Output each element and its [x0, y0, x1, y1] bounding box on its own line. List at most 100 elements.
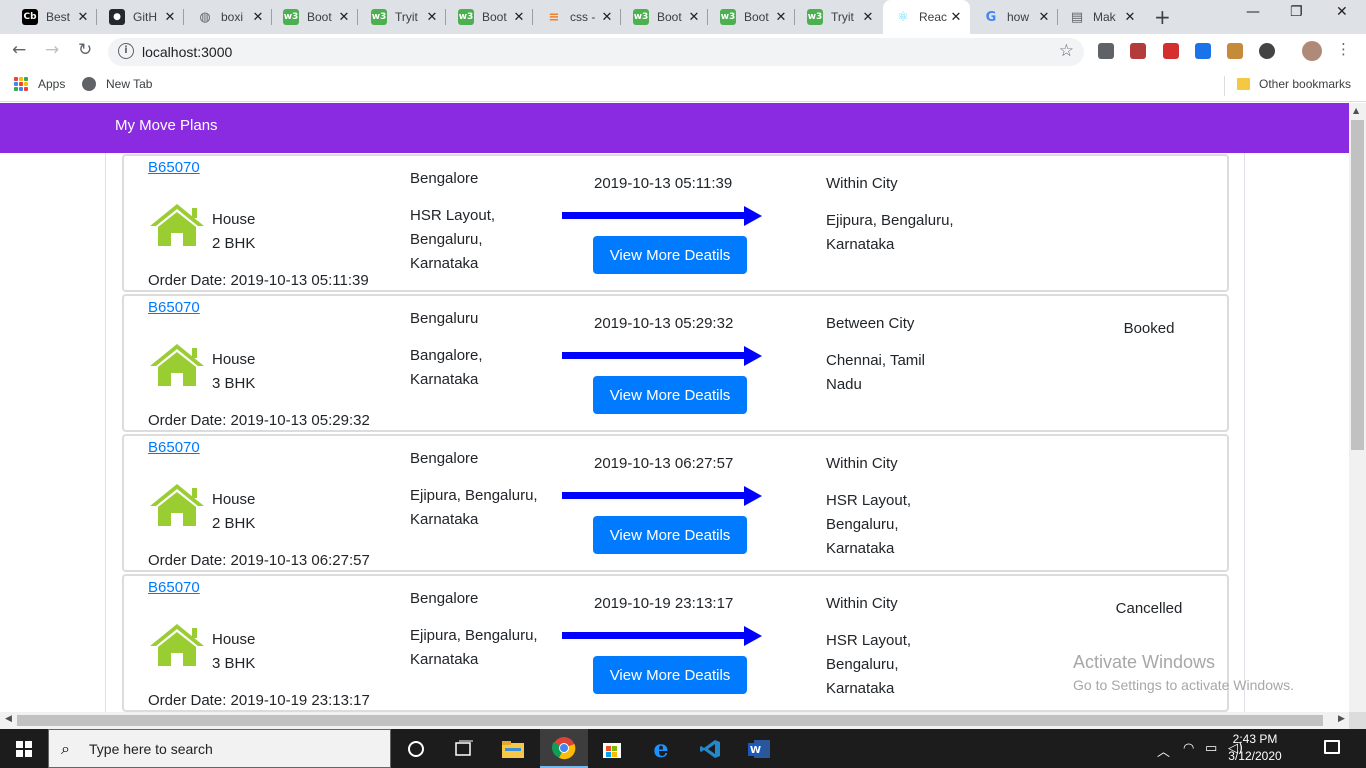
info-icon[interactable]: i: [118, 43, 134, 59]
cortana-icon[interactable]: [392, 729, 440, 768]
globe-icon: [82, 77, 96, 91]
browser-tab[interactable]: ● GitH ✕: [97, 0, 184, 34]
minimize-button[interactable]: —: [1246, 4, 1260, 20]
view-more-details-button[interactable]: View More Deatils: [593, 236, 747, 274]
close-tab-icon[interactable]: ✕: [75, 10, 91, 25]
close-tab-icon[interactable]: ✕: [336, 10, 352, 25]
menu-icon[interactable]: ⋮: [1336, 40, 1351, 58]
from-city: Bengalore: [410, 170, 479, 187]
globe-icon: ◍: [199, 9, 211, 25]
pdf-extension-icon[interactable]: [1130, 43, 1146, 59]
word-icon[interactable]: W: [735, 729, 783, 768]
close-tab-icon[interactable]: ✕: [773, 10, 789, 25]
close-tab-icon[interactable]: ✕: [1122, 10, 1138, 25]
activate-windows-title: Activate Windows: [1073, 652, 1216, 672]
back-icon[interactable]: ←: [12, 40, 26, 60]
plan-id-link[interactable]: B65070: [148, 579, 200, 596]
browser-tab[interactable]: ◍ boxi ✕: [185, 0, 272, 34]
property-size: 3 BHK: [212, 655, 256, 672]
w3schools-icon: w3: [720, 9, 736, 25]
vertical-scrollbar[interactable]: ▲: [1349, 103, 1366, 712]
order-date: Order Date: 2019-10-13 05:29:32: [148, 412, 370, 429]
bookmark-star-icon[interactable]: ☆: [1059, 41, 1074, 61]
browser-tab[interactable]: Ghow ✕: [971, 0, 1058, 34]
profile-avatar[interactable]: [1302, 41, 1322, 61]
taskbar-search[interactable]: ⌕ Type here to search: [48, 729, 391, 768]
property-kind: House: [212, 211, 256, 228]
forward-icon[interactable]: →: [45, 40, 59, 60]
browser-tab[interactable]: Cb Best ✕: [10, 0, 97, 34]
store-icon[interactable]: [588, 729, 636, 768]
close-tab-icon[interactable]: ✕: [162, 10, 178, 25]
plan-id-link[interactable]: B65070: [148, 159, 200, 176]
to-address-line: Karnataka: [826, 236, 895, 253]
close-tab-icon[interactable]: ✕: [250, 10, 266, 25]
maximize-button[interactable]: ❐: [1290, 4, 1303, 20]
app-brand[interactable]: My Move Plans: [115, 117, 218, 134]
browser-tab[interactable]: ▤ Mak ✕: [1057, 0, 1144, 34]
translate-extension-icon[interactable]: [1195, 43, 1211, 59]
view-more-details-button[interactable]: View More Deatils: [593, 656, 747, 694]
start-button[interactable]: [0, 729, 48, 768]
view-more-details-button[interactable]: View More Deatils: [593, 376, 747, 414]
task-view-icon[interactable]: [440, 729, 488, 768]
scrollbar-corner: [1349, 712, 1366, 729]
scroll-up-icon[interactable]: ▲: [1353, 106, 1359, 115]
arrow-right-icon: [562, 206, 766, 226]
horizontal-scroll-thumb[interactable]: [17, 715, 1323, 726]
address-bar[interactable]: i localhost:3000 ☆: [108, 38, 1084, 66]
close-tab-icon[interactable]: ✕: [511, 10, 527, 25]
order-date-value: 2019-10-19 23:13:17: [230, 692, 370, 709]
property-size: 2 BHK: [212, 515, 256, 532]
notifications-icon[interactable]: [1324, 740, 1340, 754]
from-city: Bengaluru: [410, 310, 479, 327]
close-tab-icon[interactable]: ✕: [424, 10, 440, 25]
plan-id-link[interactable]: B65070: [148, 439, 200, 456]
file-explorer-icon[interactable]: [489, 729, 537, 768]
browser-tab[interactable]: w3 Boot ✕: [271, 0, 358, 34]
edge-icon[interactable]: e: [637, 729, 685, 768]
browser-tab[interactable]: ≡ css - ✕: [534, 0, 621, 34]
close-tab-icon[interactable]: ✕: [686, 10, 702, 25]
browser-tab[interactable]: ⚛ Reac ✕: [883, 0, 970, 34]
theme-extension-icon[interactable]: [1259, 43, 1275, 59]
browser-tab[interactable]: w3 Boot ✕: [446, 0, 533, 34]
property-type: House 2 BHK: [212, 488, 255, 536]
battery-icon[interactable]: ▭: [1205, 741, 1217, 756]
wifi-icon[interactable]: ◠: [1183, 741, 1194, 756]
close-tab-icon[interactable]: ✕: [860, 10, 876, 25]
to-address-line: HSR Layout,: [826, 632, 912, 649]
reload-icon[interactable]: ↻: [78, 40, 92, 60]
clock[interactable]: 2:43 PM 3/12/2020: [1226, 731, 1284, 765]
scroll-right-icon[interactable]: ▶: [1338, 714, 1345, 724]
bookmark-apps[interactable]: Apps: [14, 77, 65, 91]
close-tab-icon[interactable]: ✕: [1036, 10, 1052, 25]
w3schools-icon: w3: [371, 9, 387, 25]
bookmark-new-tab[interactable]: New Tab: [82, 77, 152, 91]
horizontal-scrollbar[interactable]: ◀ ▶: [0, 712, 1349, 729]
to-address: Chennai, Tamil Nadu: [826, 349, 976, 397]
adblock-icon[interactable]: [1163, 43, 1179, 59]
extension-icon[interactable]: [1098, 43, 1114, 59]
new-tab-button[interactable]: +: [1154, 5, 1171, 29]
chrome-icon[interactable]: [540, 729, 588, 768]
cookie-extension-icon[interactable]: [1227, 43, 1243, 59]
browser-tab-title: Tryit: [395, 10, 418, 24]
show-hidden-icons-icon[interactable]: ︿: [1157, 741, 1170, 760]
plan-id-link[interactable]: B65070: [148, 299, 200, 316]
vscode-icon[interactable]: [686, 729, 734, 768]
bookmark-other[interactable]: Other bookmarks: [1237, 77, 1351, 91]
browser-tab[interactable]: w3 Tryit ✕: [359, 0, 446, 34]
view-more-details-button[interactable]: View More Deatils: [593, 516, 747, 554]
close-tab-icon[interactable]: ✕: [948, 10, 964, 25]
browser-tab[interactable]: w3 Boot ✕: [708, 0, 795, 34]
scroll-left-icon[interactable]: ◀: [5, 714, 12, 724]
close-window-button[interactable]: ✕: [1336, 4, 1348, 20]
move-plan-card: B65070 House 3 BHK Order Date: 2019-10-19 2…: [122, 574, 1229, 712]
from-address-line: HSR Layout,: [410, 207, 496, 224]
browser-tab[interactable]: w3 Boot ✕: [621, 0, 708, 34]
vertical-scroll-thumb[interactable]: [1351, 120, 1364, 450]
browser-tab[interactable]: w3 Tryit ✕: [795, 0, 882, 34]
close-tab-icon[interactable]: ✕: [599, 10, 615, 25]
url-text[interactable]: localhost:3000: [142, 44, 232, 60]
